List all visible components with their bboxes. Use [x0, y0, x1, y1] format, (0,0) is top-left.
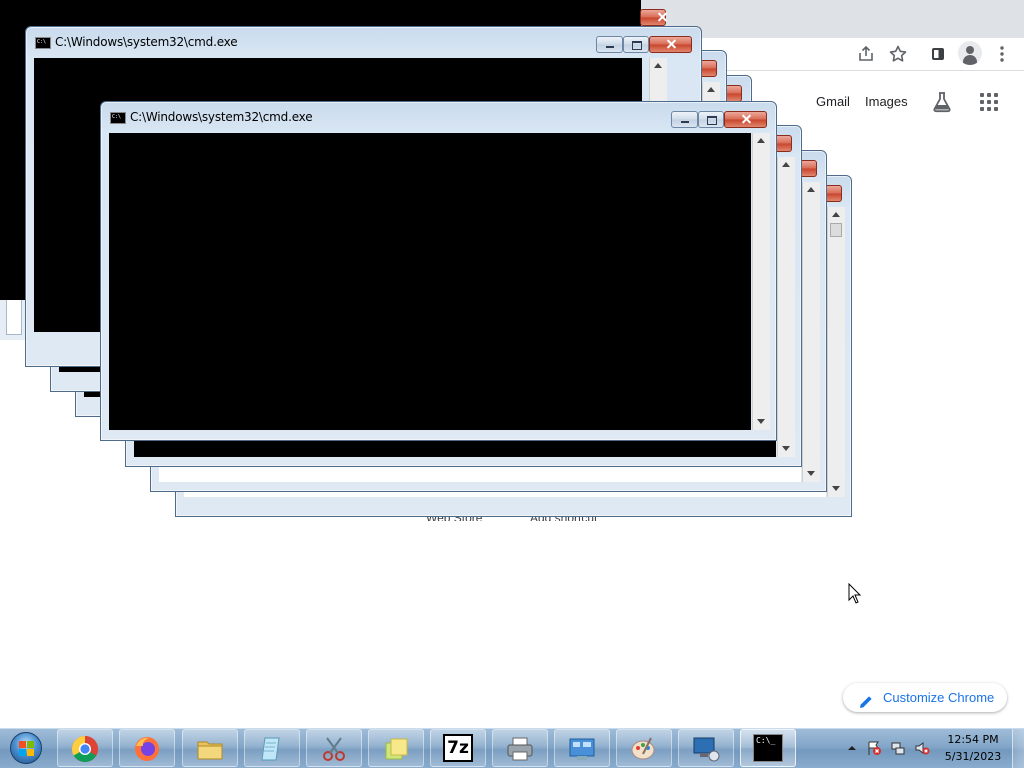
customize-chrome-label: Customize Chrome [883, 690, 995, 705]
firefox-icon [132, 734, 162, 762]
scroll-down-arrow-icon[interactable] [782, 446, 790, 451]
cmd-app-icon [35, 37, 51, 49]
remote-desktop-icon [691, 734, 721, 762]
minimize-button[interactable] [671, 111, 698, 128]
scroll-down-arrow-icon[interactable] [757, 419, 765, 424]
taskbar-chrome-button[interactable] [57, 729, 113, 767]
mouse-pointer-icon [848, 582, 862, 605]
snipping-tool-icon [319, 734, 349, 762]
minimize-button[interactable] [596, 36, 623, 53]
scroll-up-arrow-icon[interactable] [707, 87, 715, 92]
file-explorer-icon [195, 734, 225, 762]
7zip-icon: 7z [443, 734, 473, 762]
background-console-frame [0, 300, 27, 340]
control-panel-icon [567, 734, 597, 762]
taskbar-paint-button[interactable] [616, 729, 672, 767]
scroll-thumb[interactable] [830, 223, 842, 237]
chrome-menu-icon[interactable] [992, 44, 1012, 64]
cmd-window[interactable]: C:\Windows\system32\cmd.exe [100, 101, 777, 441]
volume-muted-icon[interactable] [914, 740, 930, 756]
windows-logo-icon [10, 732, 42, 764]
bookmark-star-icon[interactable] [888, 44, 908, 64]
window-title: C:\Windows\system32\cmd.exe [130, 110, 313, 124]
cmd-icon: C:\_ [753, 734, 783, 762]
scroll-up-arrow-icon[interactable] [757, 138, 765, 143]
clock-time[interactable]: 12:54 PM [938, 733, 1008, 746]
taskbar-remote-desktop-button[interactable] [678, 729, 734, 767]
taskbar-7zip-button[interactable]: 7z [430, 729, 486, 767]
scrollbar[interactable] [802, 182, 820, 482]
maximize-button[interactable] [698, 111, 724, 128]
customize-chrome-button[interactable]: Customize Chrome [843, 683, 1007, 712]
google-apps-icon[interactable] [980, 93, 998, 111]
action-center-flag-icon[interactable] [866, 740, 882, 756]
images-link[interactable]: Images [865, 94, 908, 109]
close-button[interactable] [649, 36, 692, 53]
taskbar-snipping-button[interactable] [306, 729, 362, 767]
pencil-icon [859, 690, 873, 708]
gmail-link[interactable]: Gmail [816, 94, 850, 109]
taskbar-cmd-button[interactable]: C:\_ [740, 729, 796, 767]
window-title: C:\Windows\system32\cmd.exe [55, 35, 238, 49]
profile-avatar-icon[interactable] [958, 41, 982, 65]
chrome-icon [70, 734, 100, 763]
taskbar-explorer-button[interactable] [182, 729, 238, 767]
taskbar-sticky-notes-button[interactable] [368, 729, 424, 767]
7zip-label: 7z [447, 738, 469, 758]
scrollbar[interactable] [827, 207, 845, 497]
sticky-notes-icon [381, 734, 411, 762]
scroll-down-arrow-icon[interactable] [807, 471, 815, 476]
taskbar-firefox-button[interactable] [119, 729, 175, 767]
paint-icon [629, 734, 659, 762]
network-icon[interactable] [890, 740, 906, 756]
cmd-icon-label: C:\_ [756, 736, 776, 745]
taskbar-control-panel-button[interactable] [554, 729, 610, 767]
close-button[interactable] [724, 111, 767, 128]
clock-date[interactable]: 5/31/2023 [938, 750, 1008, 763]
scroll-up-arrow-icon[interactable] [782, 162, 790, 167]
scroll-down-arrow-icon[interactable] [832, 486, 840, 491]
start-button[interactable] [6, 730, 48, 766]
notepad-icon [257, 734, 287, 762]
show-desktop-button[interactable] [1012, 729, 1024, 768]
show-hidden-icons-icon[interactable] [844, 740, 860, 756]
taskbar-notepad-button[interactable] [244, 729, 300, 767]
scroll-up-arrow-icon[interactable] [832, 212, 840, 217]
scrollbar[interactable] [752, 133, 770, 430]
scroll-up-arrow-icon[interactable] [807, 187, 815, 192]
close-button[interactable] [640, 9, 666, 26]
search-labs-icon[interactable] [930, 90, 954, 114]
console-area[interactable] [109, 133, 751, 430]
side-panel-icon[interactable] [928, 44, 948, 64]
cmd-app-icon [110, 112, 126, 124]
maximize-button[interactable] [623, 36, 649, 53]
scrollbar[interactable] [777, 157, 795, 457]
scroll-up-arrow-icon[interactable] [654, 63, 662, 68]
share-icon[interactable] [856, 44, 876, 64]
taskbar-printer-button[interactable] [492, 729, 548, 767]
printer-icon [505, 734, 535, 762]
